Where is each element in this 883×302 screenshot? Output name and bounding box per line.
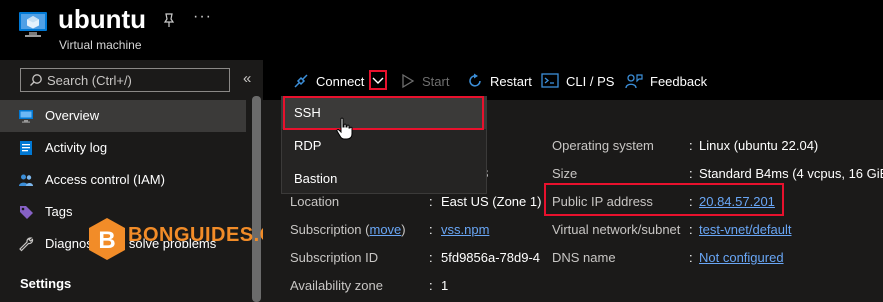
sidebar-scrollbar-thumb[interactable] [252,96,261,302]
chevron-down-icon [372,77,384,84]
colon: : [429,194,433,209]
virtual-machine-icon [19,12,47,37]
menu-item-label: RDP [294,138,322,153]
subscription-id-value: 5fd9856a-78d9-4 [441,250,541,265]
availability-zone-label: Availability zone [290,278,383,293]
restart-label: Restart [490,73,532,89]
size-value: Standard B4ms (4 vcpus, 16 GiB [699,166,883,181]
collapse-menu-icon[interactable]: « [243,70,251,87]
feedback-icon [625,74,643,89]
colon: : [429,278,433,293]
section-heading-settings: Settings [20,276,72,291]
connect-dropdown-toggle[interactable] [369,70,387,90]
colon: : [689,138,693,153]
colon: : [429,222,433,237]
more-options-icon[interactable]: ··· [193,8,212,26]
monitor-icon [19,110,33,123]
pin-icon[interactable] [161,12,177,28]
colon: : [429,250,433,265]
feedback-button[interactable]: Feedback [625,70,707,92]
cli-ps-button[interactable]: CLI / PS [541,70,614,92]
page-subtitle: Virtual machine [59,38,142,52]
vnet-label: Virtual network/subnet [552,222,681,237]
play-icon [402,73,415,89]
sidebar-item-overview[interactable]: Overview [0,100,246,132]
sidebar-item-label: Tags [45,204,73,219]
subscription-value-link[interactable]: vss.npm [441,222,489,237]
restart-icon [469,73,481,87]
subscription-label-text: Subscription [290,222,362,237]
connect-button[interactable]: Connect [293,70,364,92]
svg-text:B: B [98,227,115,254]
connect-label: Connect [316,73,365,89]
command-bar: Connect Start Restart CLI / PS Feedback [263,60,883,100]
activity-log-icon [20,141,32,155]
page-header: ubuntu Virtual machine ··· [0,0,883,60]
sidebar-item-access-control[interactable]: Access control (IAM) [0,164,246,196]
os-label: Operating system [552,138,654,153]
subscription-id-label: Subscription ID [290,250,379,265]
menu-item-label: Bastion [294,171,338,186]
vnet-link[interactable]: test-vnet/default [699,222,792,237]
ssh-highlight-box [283,96,484,130]
sidebar-item-label: Overview [45,108,100,123]
location-value: East US (Zone 1) [441,194,542,209]
terminal-icon [541,73,559,88]
watermark-logo: B [89,218,125,260]
tag-icon [20,206,33,219]
colon: : [689,250,693,265]
resource-menu: Search (Ctrl+/) « Overview Activity log … [0,60,263,302]
dns-configure-link[interactable]: Not configured [699,250,784,265]
availability-zone-value: 1 [441,278,449,293]
os-value: Linux (ubuntu 22.04) [699,138,819,153]
start-button[interactable]: Start [401,70,449,92]
menu-item-bastion[interactable]: Bastion [282,163,486,195]
users-icon [19,174,33,186]
sidebar-item-activity-log[interactable]: Activity log [0,132,246,164]
restart-button[interactable]: Restart [467,70,532,92]
public-ip-highlight-box [544,183,784,216]
sidebar-item-label: Access control (IAM) [45,172,165,187]
plug-icon [294,74,308,88]
dns-label: DNS name [552,250,616,265]
colon: : [689,222,693,237]
colon: : [689,166,693,181]
search-input[interactable]: Search (Ctrl+/) [20,68,230,92]
start-label: Start [422,73,450,89]
wrench-icon [19,237,34,252]
hand-cursor-icon [336,117,353,140]
menu-item-rdp[interactable]: RDP [282,130,486,162]
cli-ps-label: CLI / PS [566,73,615,89]
subscription-label: Subscription (move) [290,222,406,237]
search-icon [30,74,42,86]
sidebar-item-label: Activity log [45,140,108,155]
feedback-label: Feedback [650,73,708,89]
move-subscription-link[interactable]: move [370,222,402,237]
page-title: ubuntu [58,4,147,34]
location-label: Location [290,194,340,209]
search-placeholder: Search (Ctrl+/) [47,73,132,88]
size-label: Size [552,166,578,181]
